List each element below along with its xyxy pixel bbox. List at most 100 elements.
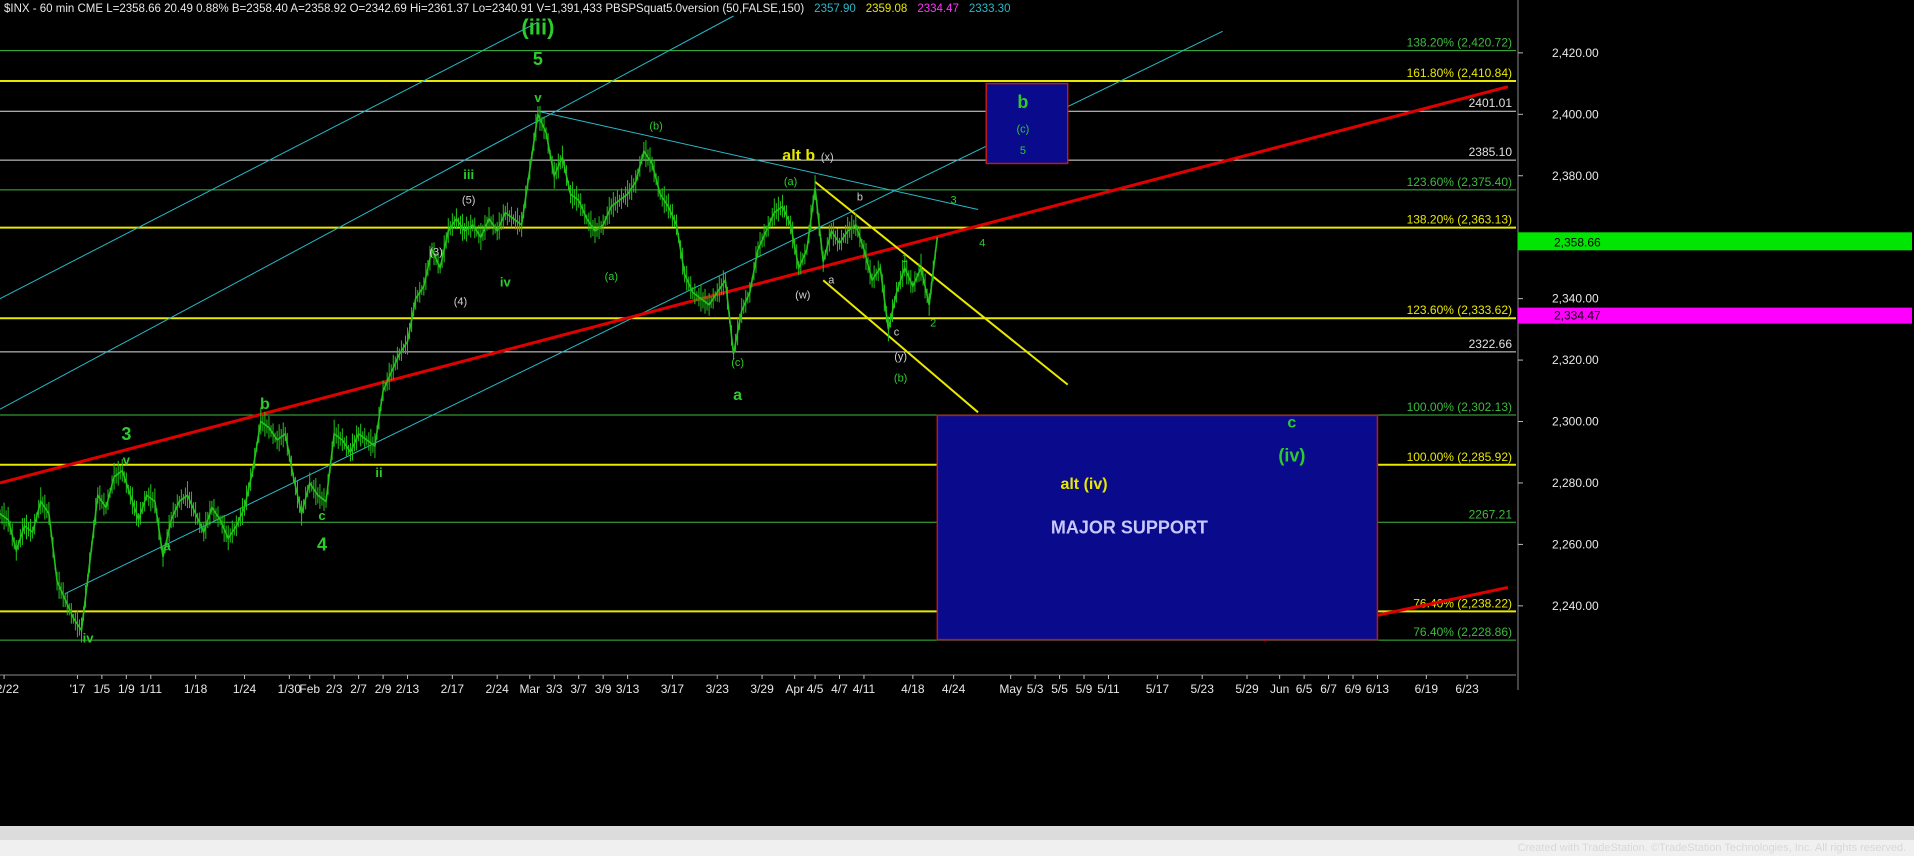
wave-label: a	[163, 539, 171, 554]
x-tick-label: 2/24	[486, 682, 510, 696]
wave-label: 3	[951, 194, 957, 206]
header-segment: 2333.30	[969, 3, 1011, 15]
wave-label: 5	[1020, 145, 1026, 157]
wave-label: iii	[463, 167, 474, 182]
wave-label: (b)	[894, 373, 907, 385]
x-tick-label: 5/23	[1191, 682, 1215, 696]
wave-label: 2	[930, 317, 936, 329]
wave-label: (3)	[429, 247, 442, 259]
x-tick-label: Feb	[299, 682, 320, 696]
wave-label: iv	[83, 631, 95, 646]
x-tick-label: 3/9	[595, 682, 612, 696]
x-tick-label: 2/9	[375, 682, 392, 696]
wave-label: (x)	[821, 151, 834, 163]
x-tick-label: 5/3	[1027, 682, 1044, 696]
level-label: 2267.21	[1469, 507, 1513, 521]
y-tick-label: 2,320.00	[1552, 353, 1599, 367]
wave-label: c	[894, 327, 900, 339]
wave-label: 1	[902, 253, 908, 265]
wave-label: iv	[500, 274, 512, 289]
wave-label: v	[534, 90, 542, 105]
wave-label: (y)	[894, 351, 907, 363]
x-tick-label: 2/17	[441, 682, 465, 696]
y-tick-label: 2,260.00	[1552, 537, 1599, 551]
level-label: 2322.66	[1469, 337, 1513, 351]
level-label: 76.40% (2,228.86)	[1413, 625, 1512, 639]
x-tick-label: 1/9	[118, 682, 135, 696]
level-label: 2385.10	[1469, 145, 1513, 159]
x-tick-label: Jun	[1270, 682, 1289, 696]
x-tick-label: May	[999, 682, 1022, 696]
x-tick-label: 6/13	[1366, 682, 1390, 696]
x-tick-label: 3/3	[546, 682, 563, 696]
level-label: 123.60% (2,375.40)	[1407, 175, 1512, 189]
wave-label: alt (iv)	[1060, 476, 1107, 493]
x-tick-label: 4/7	[831, 682, 848, 696]
x-tick-label: 6/7	[1320, 682, 1337, 696]
box-label: MAJOR SUPPORT	[1051, 518, 1208, 538]
x-tick-label: 1/11	[140, 682, 163, 696]
x-tick-label: 1/18	[184, 682, 208, 696]
y-tick-label: 2,400.00	[1552, 107, 1599, 121]
footer-credit: Created with TradeStation. ©TradeStation…	[1517, 842, 1906, 854]
x-tick-label: 1/30	[278, 682, 302, 696]
x-tick-label: 5/11	[1097, 682, 1120, 696]
y-tick-label: 2,380.00	[1552, 169, 1599, 183]
x-tick-label: 6/23	[1455, 682, 1479, 696]
wave-label: (b)	[649, 121, 662, 133]
x-tick-label: 5/29	[1235, 682, 1259, 696]
wave-label: (iii)	[521, 14, 554, 39]
x-tick-label: 1/5	[94, 682, 111, 696]
level-label: 2401.01	[1469, 96, 1513, 110]
wave-label: (c)	[731, 357, 744, 369]
x-tick-label: Apr	[785, 682, 804, 696]
y-tick-label: 2,420.00	[1552, 46, 1599, 60]
last-price-label: 2,358.66	[1554, 235, 1601, 249]
wave-label: (iv)	[1278, 445, 1305, 465]
header-segment: 2334.47	[917, 3, 959, 15]
x-tick-label: 2/3	[326, 682, 343, 696]
wave-label: 4	[317, 535, 327, 555]
level-label: 138.20% (2,363.13)	[1407, 213, 1512, 227]
x-tick-label: 3/13	[616, 682, 640, 696]
x-tick-label: '17	[70, 682, 86, 696]
x-tick-label: 5/9	[1076, 682, 1093, 696]
header-segment: 2359.08	[866, 3, 908, 15]
header-segment: $INX - 60 min CME L=2358.66 20.49 0.88% …	[4, 3, 804, 15]
x-tick-label: 4/5	[807, 682, 824, 696]
wave-label: (a)	[784, 176, 797, 188]
x-tick-label: 5/5	[1051, 682, 1068, 696]
low-price-label: 2,334.47	[1554, 309, 1601, 323]
x-tick-label: 1/24	[233, 682, 257, 696]
wave-label: b	[857, 191, 863, 203]
x-tick-label: 4/24	[942, 682, 966, 696]
level-label: 100.00% (2,302.13)	[1407, 400, 1512, 414]
y-axis: 2,240.00 2,260.00 2,280.00 2,300.00 2,320.00…	[1516, 0, 1914, 690]
wave-label: ii	[375, 465, 382, 480]
wave-label: 3	[121, 424, 131, 444]
y-tick-label: 2,300.00	[1552, 415, 1599, 429]
wave-label: c	[318, 508, 325, 523]
stock-chart: 138.20% (2,420.72) 161.80% (2,410.84) 2401…	[0, 0, 1914, 856]
wave-label: v	[123, 453, 131, 468]
wave-label: alt b	[782, 147, 815, 164]
scrollbar-track	[0, 826, 1914, 840]
wave-label: c	[1287, 415, 1296, 432]
level-label: 123.60% (2,333.62)	[1407, 303, 1512, 317]
wave-label: (c)	[1016, 124, 1029, 136]
level-label: 100.00% (2,285.92)	[1407, 450, 1512, 464]
x-tick-label: Mar	[519, 682, 540, 696]
x-tick-label: 3/17	[661, 682, 685, 696]
x-tick-label: 3/23	[706, 682, 730, 696]
level-label: 161.80% (2,410.84)	[1407, 66, 1512, 80]
wave-label: (5)	[462, 194, 475, 206]
x-tick-label: 5/17	[1146, 682, 1170, 696]
wave-label: 5	[533, 49, 543, 69]
x-tick-label: 3/7	[570, 682, 587, 696]
wave-label: (4)	[454, 296, 467, 308]
wave-label: 4	[979, 237, 985, 249]
wave-label: b	[260, 396, 270, 413]
x-tick-label: 3/29	[750, 682, 774, 696]
y-tick-label: 2,240.00	[1552, 599, 1599, 613]
x-tick-label: 4/11	[853, 682, 876, 696]
